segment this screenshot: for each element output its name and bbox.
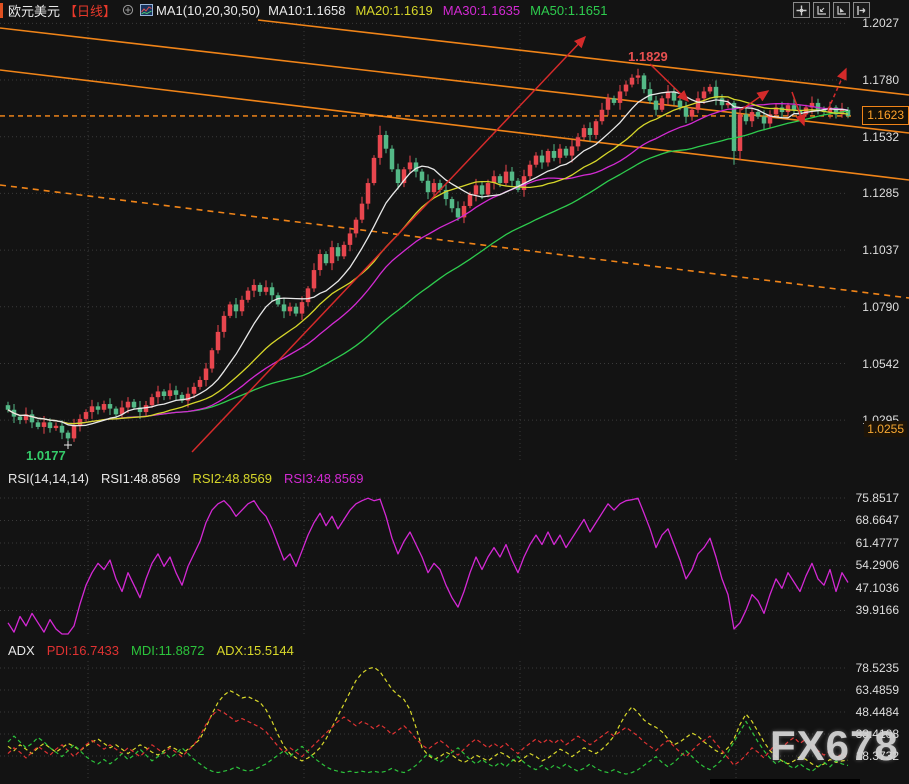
step-right-icon[interactable]	[853, 2, 870, 18]
chart-app: 欧元美元 【日线】 MA1(10,20,30,50) MA10:1.1658MA…	[0, 0, 909, 784]
indicator-value: RSI1:48.8569	[101, 471, 181, 486]
pan-icon[interactable]	[793, 2, 810, 18]
adx-axis-label: 63.4859	[856, 682, 899, 698]
indicator-value: ADX:15.5144	[216, 643, 293, 658]
price-axis-label: 1.1532	[862, 129, 899, 145]
price-axis-label: 1.1780	[862, 72, 899, 88]
chart-canvas[interactable]	[0, 0, 909, 784]
indicator-value: MDI:11.8872	[131, 643, 204, 658]
low-price-annotation: 1.0177	[26, 448, 66, 463]
adx-value-list: PDI:16.7433 MDI:11.8872 ADX:15.5144	[47, 643, 306, 658]
chart-header: 欧元美元 【日线】 MA1(10,20,30,50) MA10:1.1658MA…	[0, 0, 909, 20]
indicator-value: MA30:1.1635	[443, 3, 520, 18]
rsi-panel-header: RSI(14,14,14)RSI1:48.8569RSI2:48.8569RSI…	[8, 471, 387, 486]
rsi-line-layer	[8, 498, 848, 634]
ma-group-label[interactable]: MA1(10,20,30,50)	[156, 3, 260, 18]
grid-layer	[0, 23, 847, 780]
adx-lines-layer	[8, 667, 848, 774]
current-price-label: 1.1623	[862, 106, 909, 125]
rsi-axis-label: 54.2906	[856, 557, 899, 573]
indicator-value: RSI3:48.8569	[284, 471, 364, 486]
high-price-annotation: 1.1829	[628, 49, 668, 64]
ma-value-list: MA10:1.1658 MA20:1.1619 MA30:1.1635 MA50:1.…	[268, 3, 617, 18]
bottom-bar	[710, 779, 860, 784]
axis-zoom-out-icon[interactable]	[813, 2, 830, 18]
rsi-title: RSI(14,14,14)	[8, 471, 89, 486]
candlestick-layer	[6, 69, 851, 447]
indicator-value: RSI2:48.8569	[192, 471, 272, 486]
timeframe-label[interactable]: 【日线】	[64, 1, 116, 20]
indicator-value: PDI:16.7433	[47, 643, 119, 658]
low-price-axis-label: 1.0255	[864, 421, 907, 437]
trend-channel-layer	[0, 20, 909, 298]
indicator-value: MA50:1.1651	[530, 3, 607, 18]
price-axis-label: 1.1285	[862, 185, 899, 201]
price-axis-label: 1.1037	[862, 242, 899, 258]
rsi-axis-label: 61.4777	[856, 535, 899, 551]
header-accent-bar	[0, 3, 3, 18]
indicator-value: MA20:1.1619	[355, 3, 432, 18]
indicator-value: MA10:1.1658	[268, 3, 345, 18]
axis-zoom-in-icon[interactable]	[833, 2, 850, 18]
rsi-axis-label: 47.1036	[856, 580, 899, 596]
adx-title: ADX	[8, 643, 35, 658]
rsi-axis-label: 75.8517	[856, 490, 899, 506]
price-axis-label: 1.0790	[862, 299, 899, 315]
chart-toolbar	[790, 2, 870, 18]
trend-arrow-layer	[192, 37, 846, 452]
adx-panel-header: ADX PDI:16.7433 MDI:11.8872 ADX:15.5144	[8, 643, 318, 658]
adx-axis-label: 48.4484	[856, 704, 899, 720]
moving-average-layer	[8, 92, 848, 426]
rsi-axis-label: 39.9166	[856, 602, 899, 618]
price-axis-label: 1.0542	[862, 356, 899, 372]
symbol-title: 欧元美元	[8, 1, 60, 20]
rsi-value-list: RSI1:48.8569 RSI2:48.8569 RSI3:48.8569	[101, 471, 376, 486]
ma-legend-icon	[140, 4, 153, 16]
rsi-axis-label: 68.6647	[856, 512, 899, 528]
add-indicator-icon[interactable]	[122, 4, 134, 16]
watermark: FX678	[770, 722, 899, 770]
adx-axis-label: 78.5235	[856, 660, 899, 676]
